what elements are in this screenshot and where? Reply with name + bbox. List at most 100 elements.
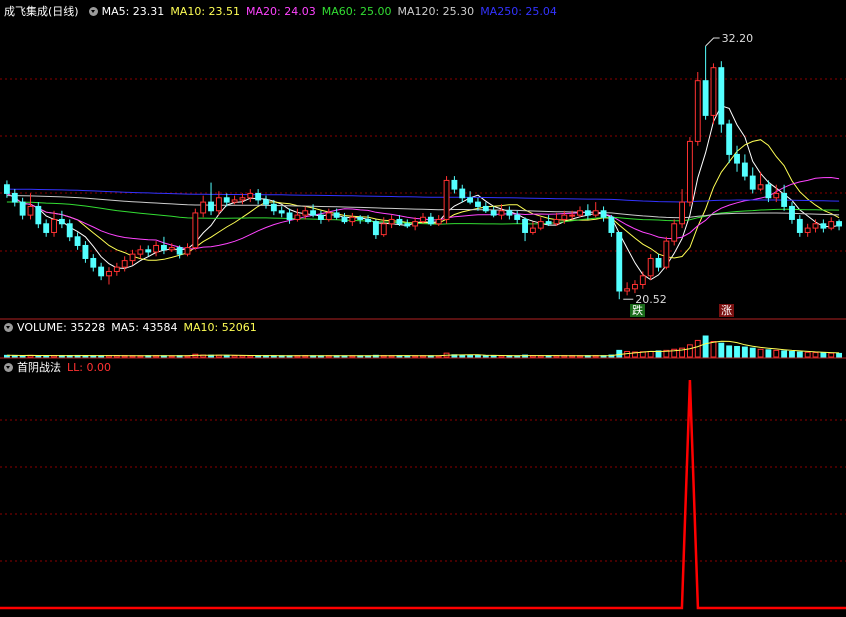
ma-line-ma10 (6, 139, 840, 261)
ma120-label: MA120: 25.30 (397, 4, 475, 18)
candle-body (420, 216, 426, 223)
indicator-line-ll (0, 379, 846, 610)
candle-body (577, 210, 583, 216)
candle-body (506, 210, 513, 216)
candle-body (686, 140, 693, 203)
volume-bar (804, 351, 811, 358)
candle-body (200, 201, 207, 214)
candle-body (529, 227, 536, 233)
candle-body (545, 221, 552, 225)
dropdown-icon[interactable] (88, 6, 98, 16)
volume-bar (820, 352, 827, 358)
candle-body (435, 218, 442, 225)
candle-body (608, 216, 615, 233)
candle-body (341, 216, 348, 223)
candle-body (482, 205, 489, 212)
candle-body (184, 247, 191, 255)
candle-body (90, 257, 97, 268)
volume-bar (616, 349, 623, 358)
volume-bar (812, 352, 819, 358)
candle-body (98, 266, 105, 277)
candle-body (443, 179, 450, 220)
volume-bar (467, 354, 474, 358)
high-pointer (705, 37, 720, 47)
candle-body (679, 201, 685, 225)
candle-body (655, 257, 662, 268)
candle-body (412, 221, 419, 227)
volume-bar (796, 351, 803, 358)
candle-body (671, 223, 678, 242)
candle-body (27, 205, 34, 216)
ma250-label: MA250: 25.04 (480, 4, 557, 18)
candle-body (106, 270, 112, 277)
candle-body (66, 223, 73, 238)
volume-ma10-label: MA10: 52061 (183, 320, 257, 334)
volume-bar (647, 350, 654, 358)
candle-body (765, 184, 772, 199)
candle-body (239, 197, 246, 201)
candle-body (718, 67, 725, 125)
volume-bar (475, 354, 481, 358)
fall-signal-badge: 跌 (630, 304, 645, 317)
candle-body (741, 162, 748, 177)
volume-bar (773, 349, 780, 358)
candle-body (43, 223, 50, 233)
candle-body (161, 244, 167, 251)
volume-bar (836, 352, 843, 358)
volume-bar (710, 341, 717, 358)
candle-body (647, 257, 654, 277)
stock-title: 成飞集成(日线) (4, 5, 79, 18)
candle-body (569, 214, 576, 217)
volume-bar (482, 355, 489, 358)
indicator-panel-header: 首阴战法 LL: 0.00 (0, 358, 117, 376)
candle-body (357, 216, 364, 220)
volume-ma5-label: MA5: 43584 (111, 320, 178, 334)
candle-body (137, 249, 144, 255)
candle-body (522, 218, 528, 233)
candle-body (286, 212, 293, 220)
candle-body (498, 210, 505, 216)
candle-body (632, 283, 638, 290)
volume-bar (789, 350, 795, 358)
candle-body (396, 218, 403, 225)
dropdown-icon[interactable] (4, 362, 13, 372)
volume-bar (686, 344, 693, 358)
candle-body (145, 249, 152, 253)
candle-body (702, 80, 709, 116)
candle-body (427, 216, 434, 225)
candle-body (263, 199, 269, 205)
volume-bar (718, 342, 725, 358)
candle-body (710, 67, 717, 116)
candle-body (176, 247, 183, 255)
candle-body (757, 184, 764, 190)
candle-body (153, 244, 160, 253)
candle-body (726, 123, 733, 155)
indicator-title: 首阴战法 (17, 361, 61, 374)
candle-body (113, 266, 120, 272)
candle-body (318, 214, 324, 220)
candle-body (388, 218, 395, 225)
candle-body (592, 210, 599, 216)
candle-body (451, 179, 458, 190)
volume-bar (749, 347, 756, 358)
volume-label: VOLUME: 35228 (17, 320, 106, 334)
volume-bar (702, 335, 709, 358)
dropdown-icon[interactable] (4, 322, 13, 332)
volume-bar (828, 352, 835, 358)
candle-body (302, 210, 309, 216)
candle-body (3, 184, 10, 194)
ma10-label: MA10: 23.51 (170, 4, 241, 18)
candle-body (192, 212, 199, 249)
candle-body (310, 210, 317, 216)
candle-body (11, 192, 18, 203)
candle-body (82, 244, 89, 259)
candle-body (663, 240, 670, 268)
candle-body (35, 205, 42, 225)
candle-body (208, 201, 214, 212)
candle-body (231, 199, 238, 203)
candle-body (624, 288, 631, 292)
candle-body (349, 216, 356, 223)
candle-body (789, 205, 795, 220)
candle-body (372, 221, 379, 236)
candle-body (380, 223, 387, 236)
